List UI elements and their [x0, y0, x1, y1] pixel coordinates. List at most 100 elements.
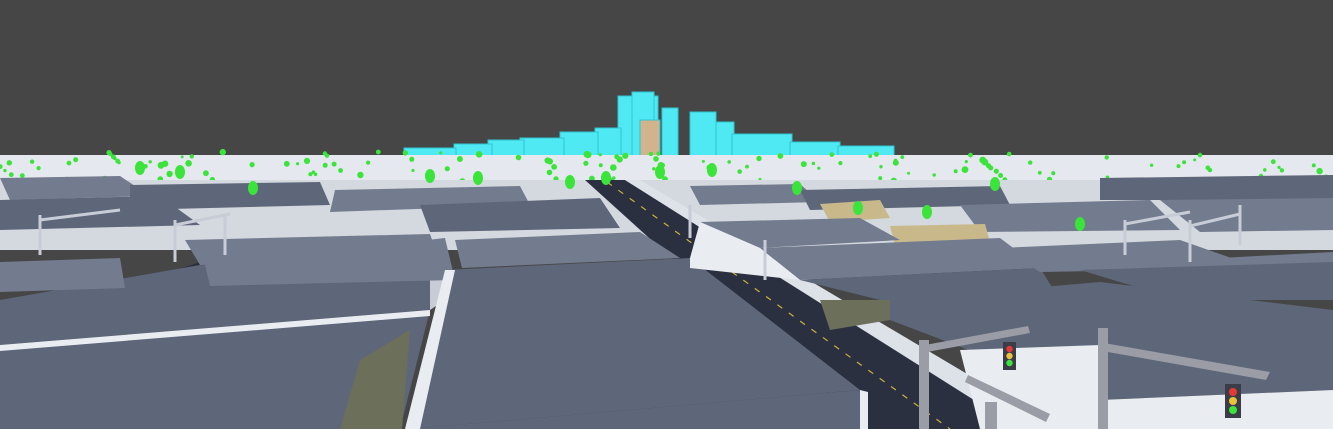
tree: [653, 156, 659, 162]
tree: [1277, 165, 1281, 169]
tree: [1104, 155, 1109, 160]
tree: [598, 153, 602, 157]
tree: [456, 156, 463, 162]
tree: [219, 148, 226, 156]
tree: [551, 164, 557, 170]
tree: [1270, 159, 1276, 165]
tree: [990, 177, 1000, 191]
tree: [900, 155, 905, 160]
tree: [175, 165, 185, 179]
tree: [1149, 163, 1154, 167]
tree: [811, 161, 816, 166]
tree: [1051, 171, 1056, 176]
tree: [409, 156, 415, 162]
tree: [878, 176, 883, 181]
tree: [180, 155, 184, 159]
tree: [961, 166, 969, 174]
tree: [166, 170, 173, 178]
tree: [622, 152, 629, 159]
tree: [953, 169, 958, 174]
tree: [598, 163, 603, 168]
tree: [829, 152, 835, 157]
tree: [756, 155, 762, 162]
tree: [583, 160, 589, 166]
tree: [873, 151, 879, 157]
tree: [610, 164, 617, 171]
game-viewport[interactable]: [0, 0, 1333, 429]
tree: [853, 201, 863, 215]
tree: [515, 154, 522, 161]
tree: [1006, 151, 1012, 157]
tree: [565, 175, 575, 189]
tree: [324, 153, 330, 158]
tree: [6, 160, 12, 166]
tree: [366, 160, 371, 165]
tree: [745, 164, 749, 169]
tree: [1193, 158, 1197, 162]
tree: [546, 158, 554, 165]
tree: [1197, 152, 1203, 158]
tree: [1263, 168, 1267, 172]
city-scene: [0, 0, 1333, 429]
tree: [1311, 163, 1316, 168]
tree: [652, 167, 656, 171]
tree: [964, 160, 968, 164]
tree: [439, 151, 443, 155]
tree: [3, 168, 7, 173]
tree: [402, 150, 408, 156]
tree: [1028, 160, 1033, 165]
tree: [1075, 217, 1085, 231]
tree: [583, 150, 591, 158]
tree: [66, 160, 72, 166]
tree: [36, 166, 41, 171]
tree: [148, 160, 152, 164]
tree: [313, 172, 318, 177]
tree: [8, 172, 14, 178]
tree: [612, 176, 616, 180]
tree: [988, 165, 994, 171]
tree: [932, 173, 936, 177]
tree: [922, 205, 932, 219]
tree: [868, 154, 873, 159]
tree: [701, 159, 705, 163]
tree: [1207, 167, 1213, 173]
tree: [727, 160, 731, 164]
tree: [1182, 160, 1187, 165]
tree: [907, 171, 911, 175]
tree: [879, 165, 883, 169]
tree: [203, 170, 209, 177]
tree: [322, 162, 328, 168]
tree: [601, 171, 611, 185]
tree: [475, 151, 483, 158]
tree: [1279, 168, 1285, 173]
tree: [303, 157, 311, 164]
tree: [616, 156, 623, 163]
tree: [296, 162, 300, 166]
tree: [656, 151, 661, 156]
tree: [737, 169, 742, 174]
tree: [838, 161, 843, 166]
tree: [1318, 170, 1323, 174]
tree: [135, 161, 145, 175]
tree: [117, 160, 121, 165]
tree: [648, 151, 654, 157]
tree: [283, 160, 290, 167]
tree: [331, 161, 337, 167]
tree: [411, 168, 415, 173]
tree: [248, 181, 258, 195]
tree: [473, 171, 483, 185]
tree: [249, 162, 255, 168]
tree: [1037, 170, 1042, 175]
foreground-buildings: [0, 218, 1333, 429]
tree: [800, 161, 807, 168]
tree: [19, 173, 25, 179]
tree: [29, 159, 35, 164]
tree: [444, 166, 450, 172]
tree: [546, 169, 553, 176]
tree: [161, 160, 169, 167]
tree: [338, 168, 343, 173]
tree: [968, 152, 973, 158]
tree: [357, 171, 364, 179]
tree: [707, 163, 717, 177]
tree: [73, 157, 79, 163]
